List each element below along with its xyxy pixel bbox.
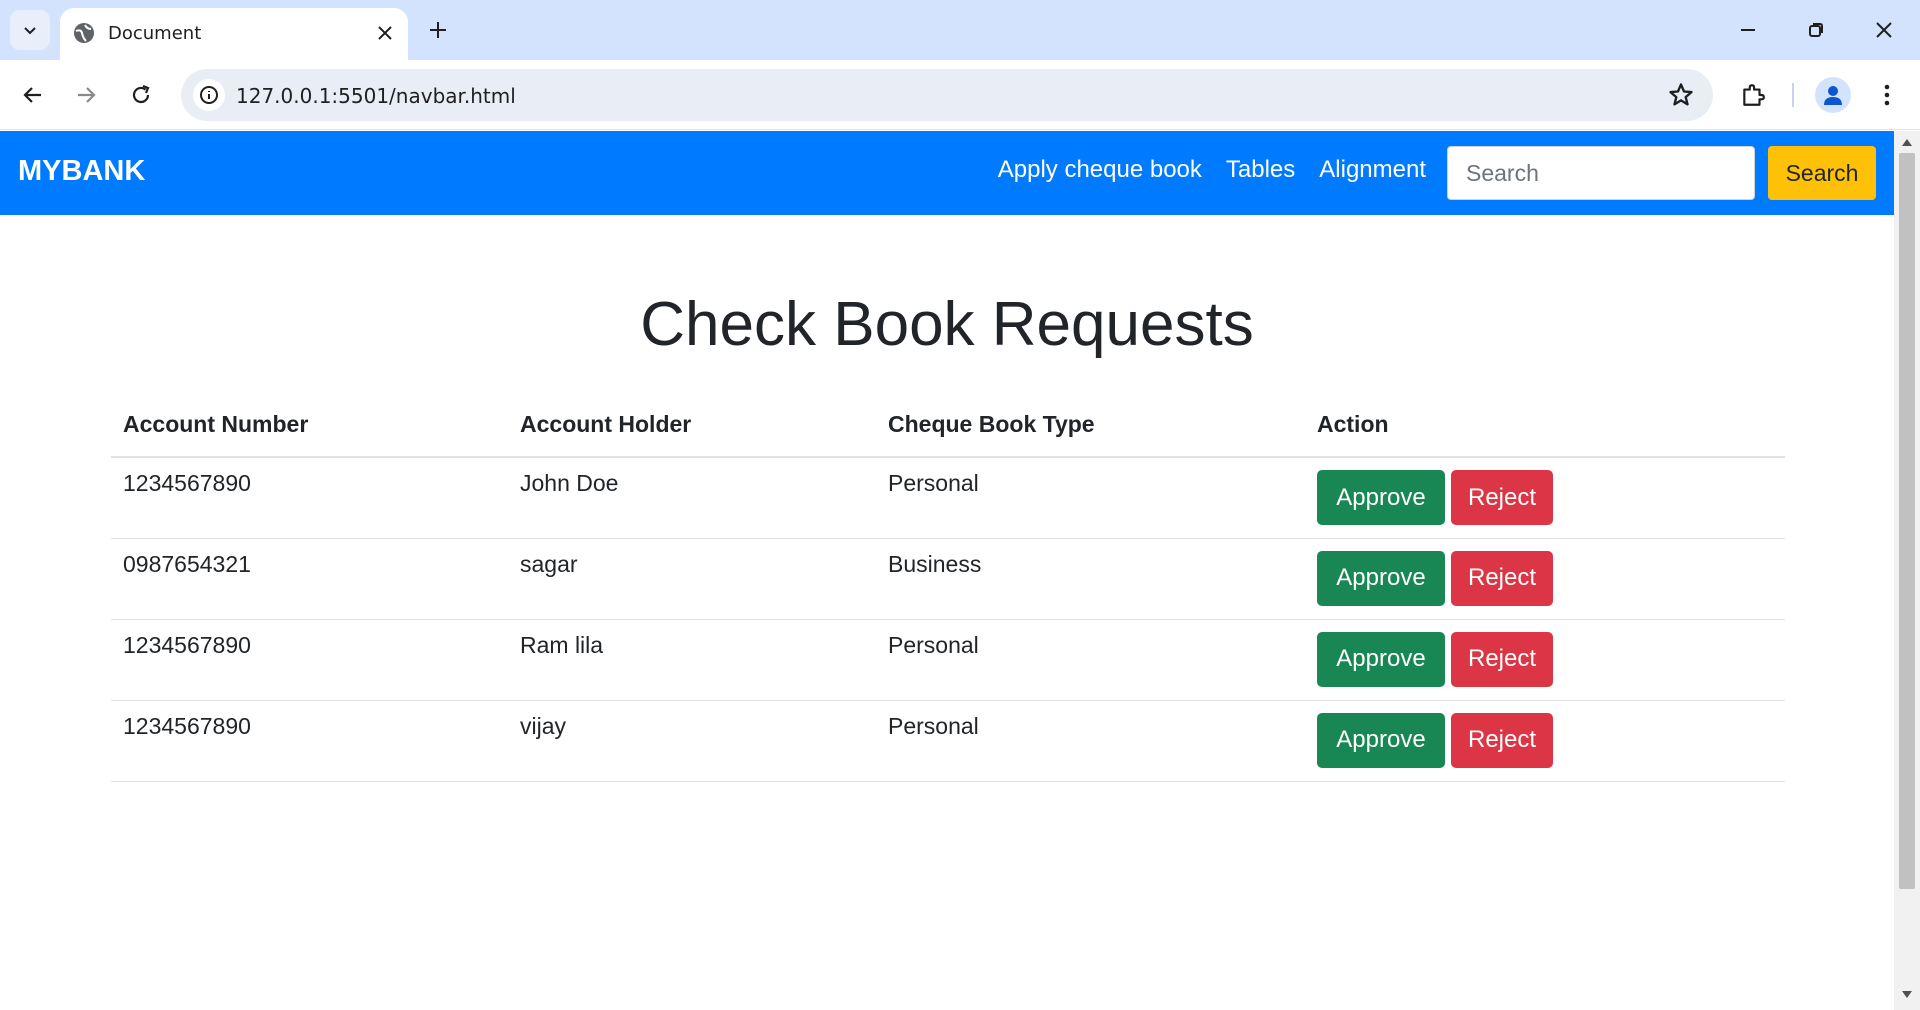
plus-icon — [430, 22, 446, 38]
nav-link-apply-cheque-book[interactable]: Apply cheque book — [998, 156, 1202, 184]
close-window-button[interactable] — [1864, 10, 1904, 50]
restore-window-button[interactable] — [1796, 10, 1836, 50]
table-header-row: Account Number Account Holder Cheque Boo… — [111, 393, 1785, 458]
tab-search-button[interactable] — [10, 10, 50, 50]
header-action: Action — [1305, 393, 1785, 458]
approve-button[interactable]: Approve — [1317, 631, 1445, 687]
address-bar[interactable]: 127.0.0.1:5501/navbar.html — [181, 69, 1713, 121]
requests-table-container: Account Number Account Holder Cheque Boo… — [111, 393, 1785, 782]
approve-button[interactable]: Approve — [1317, 712, 1445, 768]
cell-account-number: 1234567890 — [111, 700, 508, 782]
scroll-down-arrow-icon[interactable] — [1902, 991, 1912, 998]
browser-menu-button[interactable] — [1867, 75, 1907, 115]
cell-account-number: 1234567890 — [111, 457, 508, 539]
cell-action: Approve Reject — [1305, 700, 1785, 782]
nav-link-alignment[interactable]: Alignment — [1319, 156, 1426, 184]
reload-icon — [132, 84, 150, 104]
nav-links: Apply cheque book Tables Alignment — [998, 156, 1426, 184]
cell-account-number: 1234567890 — [111, 619, 508, 701]
header-account-number: Account Number — [111, 393, 508, 458]
table-row: 1234567890 John Doe Personal Approve Reje… — [111, 457, 1785, 539]
reject-button[interactable]: Reject — [1451, 631, 1553, 687]
arrow-left-icon — [23, 87, 41, 103]
puzzle-piece-icon — [1743, 84, 1765, 106]
minimize-icon — [1741, 29, 1755, 31]
search-input[interactable] — [1447, 146, 1755, 200]
nav-link-tables[interactable]: Tables — [1226, 156, 1295, 184]
back-button[interactable] — [13, 75, 53, 115]
new-tab-button[interactable] — [422, 14, 454, 46]
minimize-window-button[interactable] — [1728, 10, 1768, 50]
browser-toolbar: 127.0.0.1:5501/navbar.html — [0, 60, 1920, 130]
arrow-right-icon — [78, 87, 96, 103]
close-icon — [1876, 22, 1892, 38]
cell-account-holder: Ram lila — [508, 619, 876, 701]
cell-action: Approve Reject — [1305, 457, 1785, 539]
scrollbar-thumb[interactable] — [1899, 153, 1915, 889]
cell-account-holder: John Doe — [508, 457, 876, 539]
header-account-holder: Account Holder — [508, 393, 876, 458]
table-row: 1234567890 vijay Personal Approve Reject — [111, 700, 1785, 782]
brand-logo[interactable]: MYBANK — [18, 155, 145, 188]
cell-account-holder: vijay — [508, 700, 876, 782]
browser-tab-document[interactable]: Document — [60, 8, 408, 60]
person-icon — [1824, 86, 1842, 105]
restore-icon — [1809, 23, 1823, 37]
profile-avatar[interactable] — [1815, 77, 1851, 113]
cell-cheque-book-type: Personal — [876, 700, 1305, 782]
extensions-button[interactable] — [1733, 75, 1773, 115]
tab-title: Document — [108, 23, 202, 44]
navbar: MYBANK Apply cheque book Tables Alignmen… — [0, 131, 1894, 215]
cell-action: Approve Reject — [1305, 619, 1785, 701]
table-row: 1234567890 Ram lila Personal Approve Reje… — [111, 619, 1785, 701]
reload-button[interactable] — [121, 75, 161, 115]
site-info-button[interactable] — [193, 79, 225, 111]
info-icon — [200, 86, 218, 104]
bookmark-star-icon[interactable] — [1667, 81, 1695, 109]
page-scrollbar[interactable] — [1894, 131, 1920, 1010]
approve-button[interactable]: Approve — [1317, 470, 1445, 525]
cell-account-number: 0987654321 — [111, 538, 508, 620]
browser-tab-strip: Document — [0, 0, 1920, 60]
forward-button[interactable] — [66, 75, 106, 115]
page-title: Check Book Requests — [640, 290, 1254, 359]
url-text[interactable]: 127.0.0.1:5501/navbar.html — [236, 84, 516, 108]
cell-account-holder: sagar — [508, 538, 876, 620]
close-tab-icon[interactable] — [374, 22, 396, 44]
cell-cheque-book-type: Business — [876, 538, 1305, 620]
search-button[interactable]: Search — [1768, 146, 1876, 200]
requests-table: Account Number Account Holder Cheque Boo… — [111, 393, 1785, 782]
table-row: 0987654321 sagar Business Approve Reject — [111, 538, 1785, 620]
reject-button[interactable]: Reject — [1451, 470, 1553, 525]
cell-action: Approve Reject — [1305, 538, 1785, 620]
page-viewport: MYBANK Apply cheque book Tables Alignmen… — [0, 131, 1894, 1010]
chevron-down-icon — [24, 27, 36, 35]
cell-cheque-book-type: Personal — [876, 457, 1305, 539]
reject-button[interactable]: Reject — [1451, 712, 1553, 768]
scroll-up-arrow-icon[interactable] — [1902, 139, 1912, 146]
reject-button[interactable]: Reject — [1451, 550, 1553, 606]
approve-button[interactable]: Approve — [1317, 550, 1445, 606]
header-cheque-book-type: Cheque Book Type — [876, 393, 1305, 458]
globe-icon — [74, 23, 94, 43]
cell-cheque-book-type: Personal — [876, 619, 1305, 701]
more-vertical-icon — [1884, 84, 1890, 106]
toolbar-divider — [1792, 83, 1794, 107]
